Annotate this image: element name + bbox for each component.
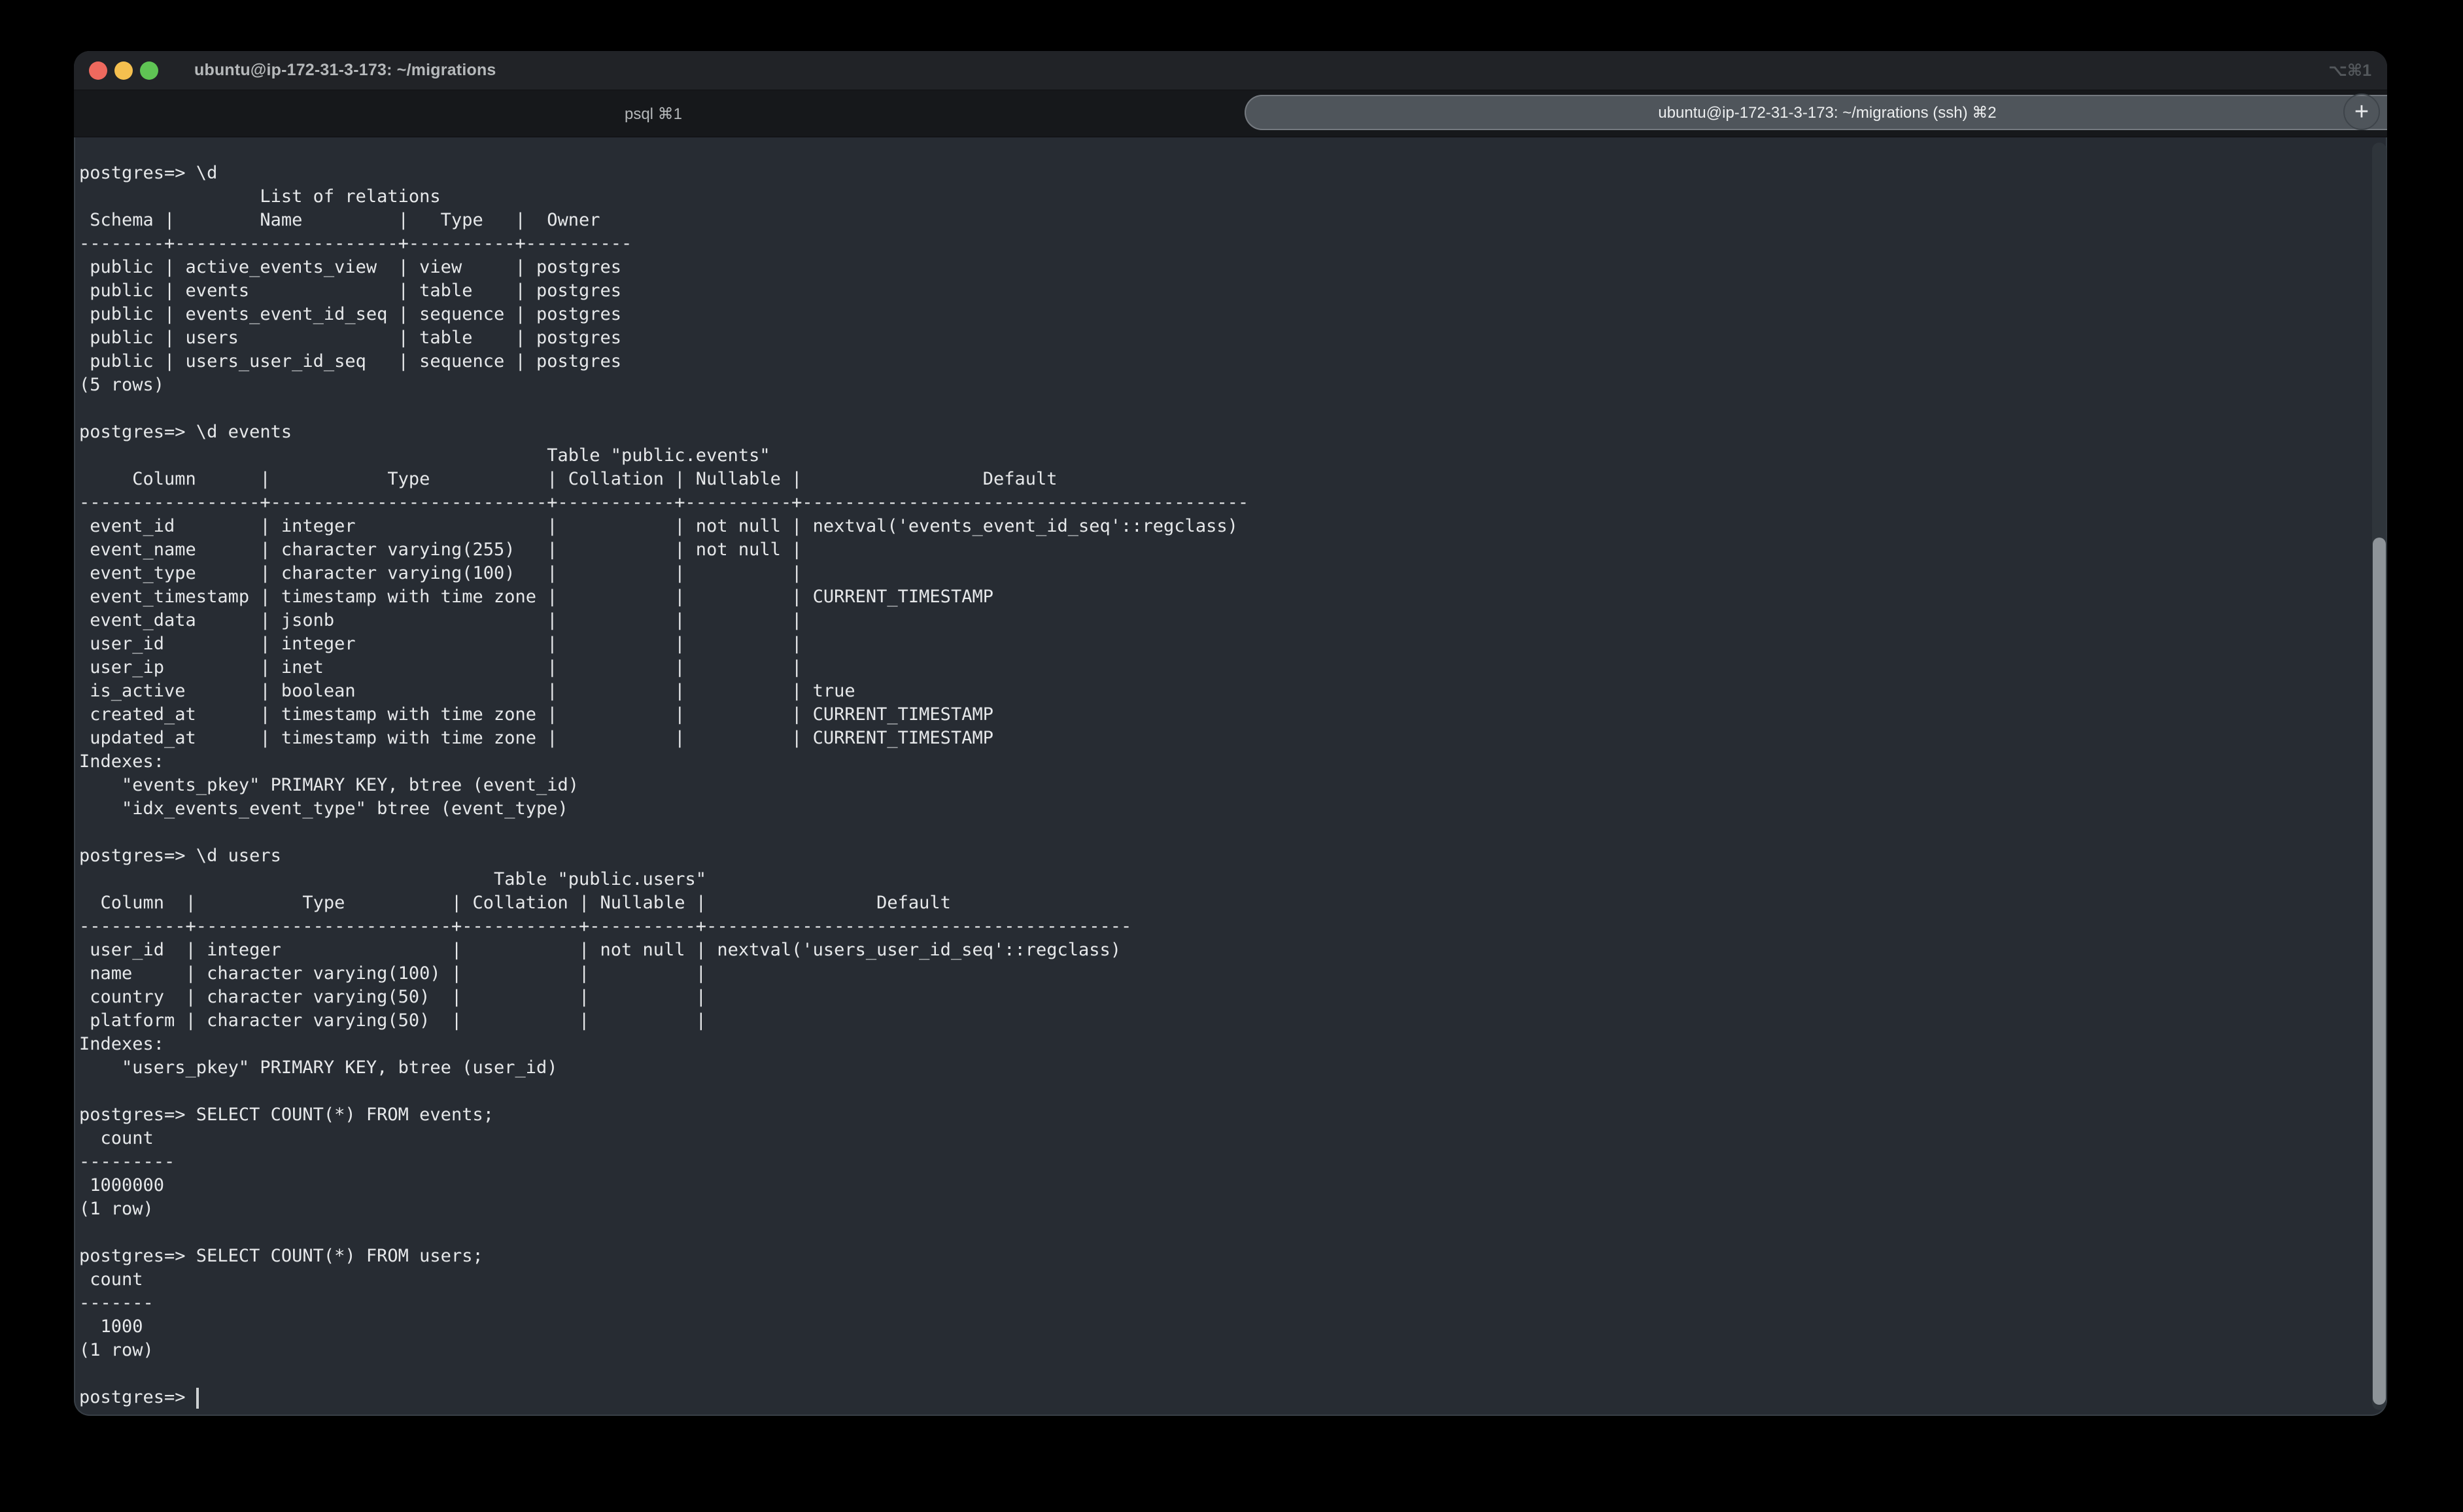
tab-bar: psql ⌘1 ubuntu@ip-172-31-3-173: ~/migrat…	[74, 90, 2387, 137]
terminal-content[interactable]: postgres=> \d List of relations Schema |…	[74, 138, 2387, 1416]
tab-psql[interactable]: psql ⌘1	[74, 90, 1233, 137]
traffic-lights	[74, 61, 158, 80]
terminal-window: ubuntu@ip-172-31-3-173: ~/migrations ⌥⌘1…	[74, 51, 2387, 1416]
new-tab-button[interactable]: +	[2343, 94, 2380, 130]
scrollbar-thumb[interactable]	[2373, 538, 2386, 1405]
window-title: ubuntu@ip-172-31-3-173: ~/migrations	[194, 61, 496, 80]
plus-icon: +	[2354, 99, 2369, 124]
tab-ssh-migrations-label: ubuntu@ip-172-31-3-173: ~/migrations (ss…	[1658, 103, 1996, 122]
tab-psql-label: psql ⌘1	[625, 105, 682, 124]
title-bar[interactable]: ubuntu@ip-172-31-3-173: ~/migrations ⌥⌘1	[74, 51, 2387, 90]
zoom-button[interactable]	[140, 61, 158, 80]
close-button[interactable]	[89, 61, 107, 80]
window-shortcut-hint: ⌥⌘1	[2328, 61, 2387, 80]
minimize-button[interactable]	[114, 61, 133, 80]
text-cursor	[196, 1388, 199, 1409]
tab-ssh-migrations[interactable]: ubuntu@ip-172-31-3-173: ~/migrations (ss…	[1245, 95, 2387, 130]
terminal-output: postgres=> \d List of relations Schema |…	[74, 138, 2387, 1409]
